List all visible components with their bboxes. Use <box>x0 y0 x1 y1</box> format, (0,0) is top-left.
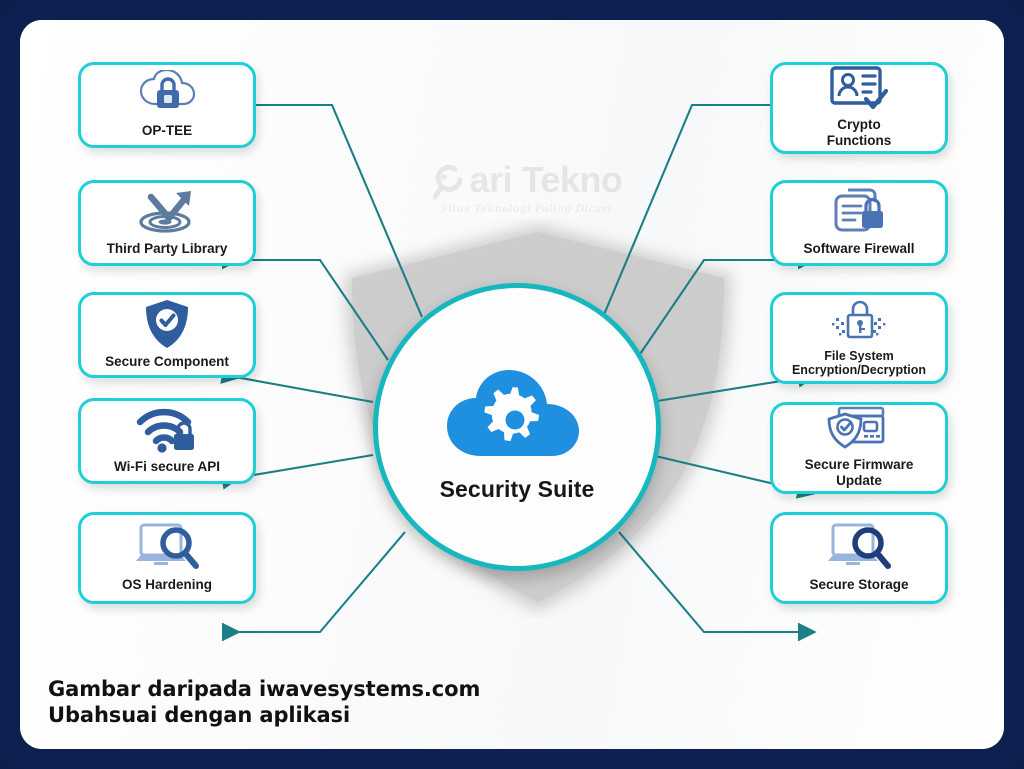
diagram-canvas: ari Tekno Situs Teknologi Paling Dicari … <box>20 20 1004 749</box>
card-label: OS Hardening <box>121 576 212 592</box>
caption-line-2: Ubahsuai dengan aplikasi <box>48 703 351 728</box>
card-third-party-library[interactable]: Third Party Library <box>78 180 256 266</box>
caption-line-1: Gambar daripada iwavesystems.com <box>48 677 481 701</box>
cloud-lock-icon <box>137 69 197 119</box>
card-label: Secure Storage <box>809 576 909 592</box>
card-label: OP-TEE <box>141 122 193 138</box>
card-label: Wi-Fi secure API <box>114 458 220 474</box>
card-secure-storage[interactable]: Secure Storage <box>770 512 948 604</box>
card-op-tee[interactable]: OP-TEE <box>78 62 256 148</box>
caption: Gambar daripada iwavesystems.com Ubahsua… <box>48 676 480 729</box>
shield-check-icon <box>143 298 191 350</box>
center-node-security-suite[interactable]: Security Suite <box>373 283 661 571</box>
card-os-hardening[interactable]: OS Hardening <box>78 512 256 604</box>
magnifier-logo-icon <box>432 164 463 200</box>
wifi-lock-icon <box>136 405 198 455</box>
document-lock-icon <box>830 187 888 237</box>
card-label: Secure Firmware Update <box>804 457 914 488</box>
laptop-magnifier-icon <box>826 521 892 573</box>
card-file-system-encryption[interactable]: File System Encryption/Decryption <box>770 292 948 384</box>
shield-card-icon <box>827 405 891 453</box>
pixel-lock-icon <box>830 297 888 345</box>
card-secure-firmware-update[interactable]: Secure Firmware Update <box>770 402 948 494</box>
center-node-label: Security Suite <box>439 475 595 502</box>
card-label: Software Firewall <box>803 240 915 256</box>
card-wifi-secure-api[interactable]: Wi-Fi secure API <box>78 398 256 484</box>
watermark-title: ari Tekno <box>469 159 623 200</box>
card-label: Secure Component <box>105 353 229 369</box>
card-software-firewall[interactable]: Software Firewall <box>770 180 948 266</box>
card-secure-component[interactable]: Secure Component <box>78 292 256 378</box>
card-label: Third Party Library <box>106 240 228 256</box>
card-crypto-functions[interactable]: Crypto Functions <box>770 62 948 154</box>
cloud-gear-icon <box>437 358 597 468</box>
id-card-check-icon <box>828 65 890 113</box>
laptop-magnifier-icon <box>134 521 200 573</box>
outer-frame: ari Tekno Situs Teknologi Paling Dicari … <box>0 0 1024 769</box>
target-arrow-icon <box>135 187 199 237</box>
watermark-tagline: Situs Teknologi Paling Dicari <box>440 203 612 215</box>
watermark: ari Tekno Situs Teknologi Paling Dicari <box>416 160 636 215</box>
card-label: File System Encryption/Decryption <box>791 348 927 377</box>
card-label: Crypto Functions <box>826 117 892 148</box>
